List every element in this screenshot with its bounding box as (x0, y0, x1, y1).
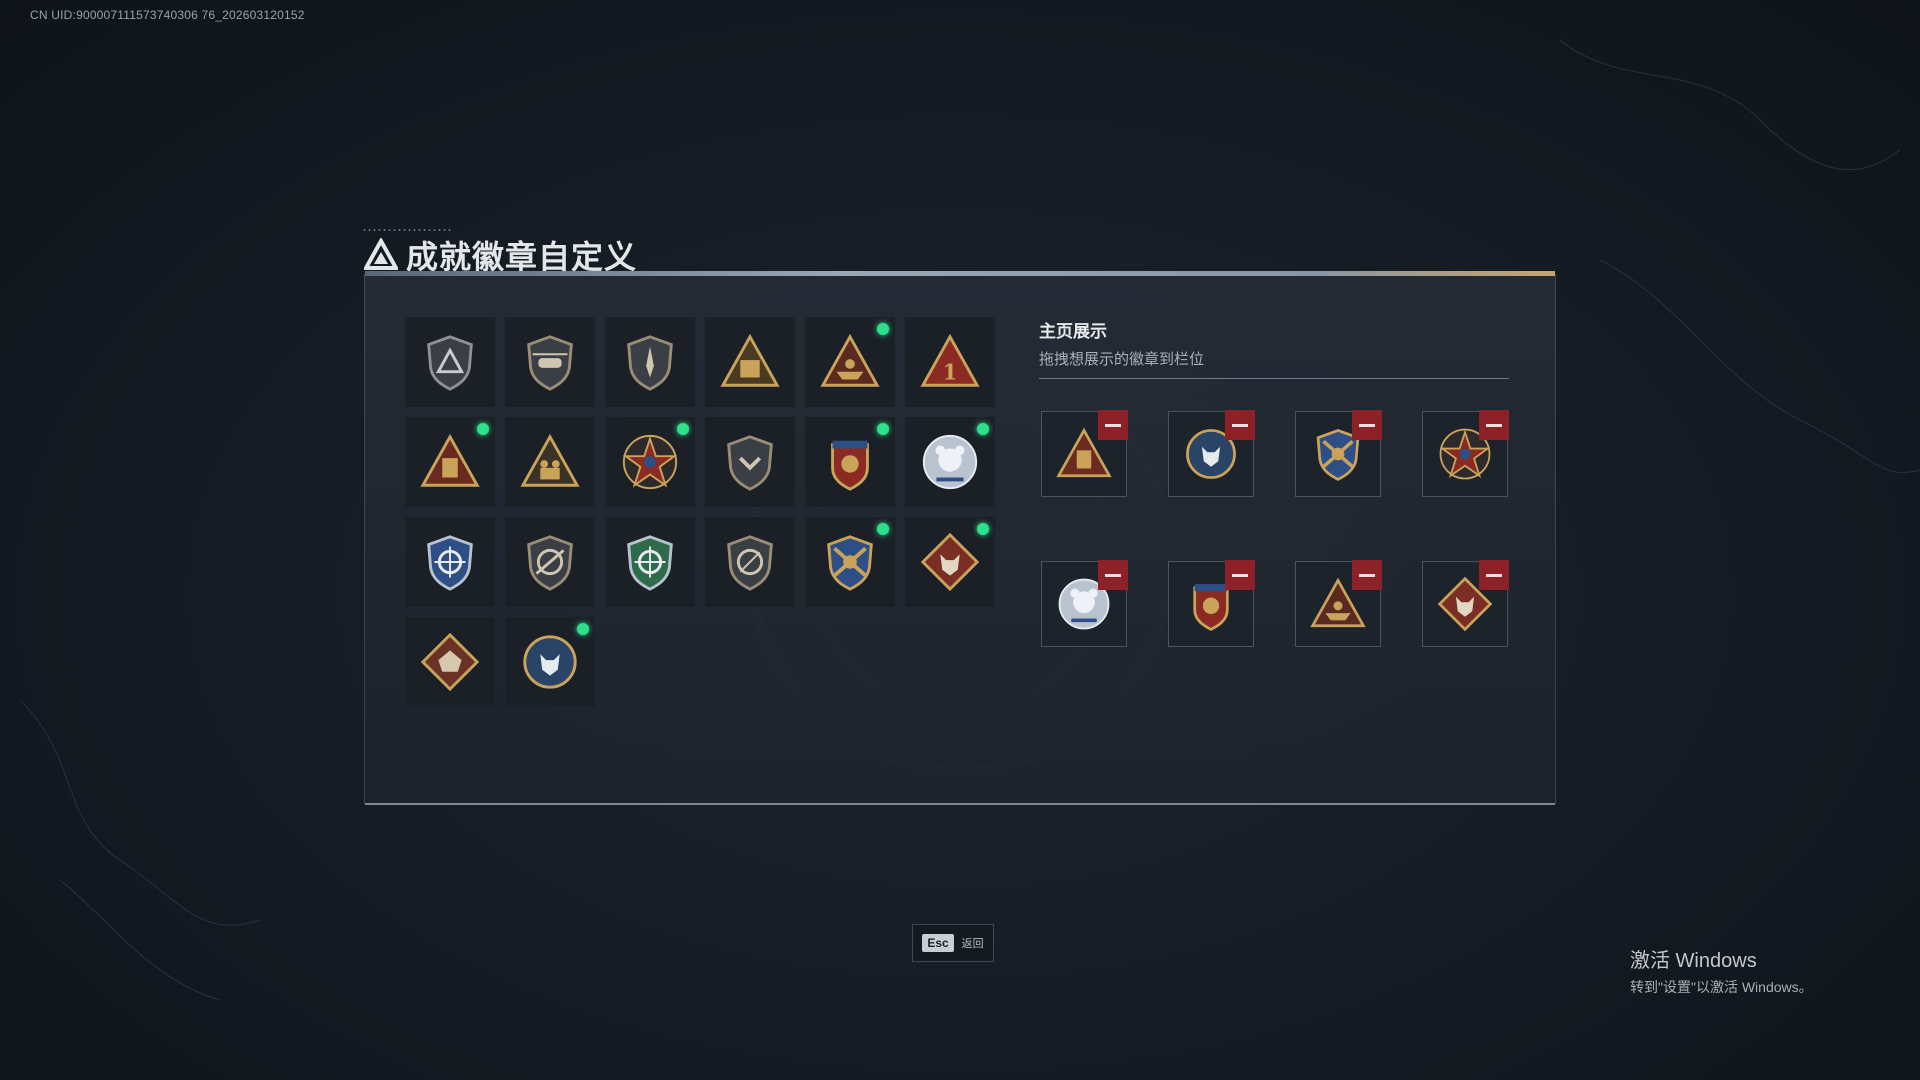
showcase-title: 主页展示 (1039, 322, 1107, 341)
badge-cell[interactable] (705, 317, 795, 407)
badge-cell[interactable] (605, 517, 695, 607)
badge-cell[interactable] (705, 517, 795, 607)
remove-badge-button[interactable] (1098, 410, 1128, 440)
showcase-slot[interactable] (1168, 560, 1255, 647)
new-indicator-dot (877, 423, 889, 435)
showcase-slot[interactable] (1041, 410, 1128, 497)
chevron-shield-icon (727, 435, 773, 491)
badge-cell[interactable] (905, 517, 995, 607)
new-indicator-dot (977, 523, 989, 535)
ammo-crate-icon (720, 333, 780, 387)
crossed-rifles-emblem-icon (827, 535, 873, 591)
number-one-triangle-icon: 1 (920, 333, 980, 387)
bear-emblem-icon (922, 434, 978, 490)
rifle-shield-icon (527, 535, 573, 591)
showcase-slot[interactable] (1422, 410, 1509, 497)
badge-cell[interactable] (405, 417, 495, 507)
new-indicator-dot (677, 423, 689, 435)
badge-cell[interactable] (505, 417, 595, 507)
showcase-slot[interactable] (1168, 410, 1255, 497)
wolf-round-icon (523, 635, 577, 689)
triangle-shield-icon (427, 335, 473, 391)
showcase-slot[interactable] (1041, 560, 1128, 647)
showcase-slot[interactable] (1295, 560, 1382, 647)
windows-activation-watermark: 激活 Windows 转到"设置"以激活 Windows。 (1630, 944, 1813, 997)
badge-cell[interactable] (605, 317, 695, 407)
badge-panel: 1 主页展示 拖拽想展示的徽章到栏位 (364, 271, 1556, 805)
sniper-shield-icon (727, 535, 773, 591)
showcase-subtitle: 拖拽想展示的徽章到栏位 (1039, 351, 1205, 368)
panel-bottom-border (365, 803, 1555, 805)
watermark-subtitle: 转到"设置"以激活 Windows。 (1630, 979, 1813, 995)
container-triangle-icon (420, 433, 480, 487)
showcase-slot[interactable] (1295, 410, 1382, 497)
badge-cell[interactable]: 1 (905, 317, 995, 407)
watermark-title: 激活 Windows (1630, 950, 1757, 972)
badge-cell[interactable] (805, 317, 895, 407)
badge-cell[interactable] (705, 417, 795, 507)
star-emblem-icon (622, 434, 678, 490)
badge-cell[interactable] (905, 417, 995, 507)
wolf-diamond-icon (920, 532, 980, 592)
back-button[interactable]: Esc 返回 (912, 924, 994, 962)
badge-cell[interactable] (405, 517, 495, 607)
new-indicator-dot (477, 423, 489, 435)
dagger-shield-icon (627, 335, 673, 391)
badge-cell[interactable] (505, 517, 595, 607)
remove-badge-button[interactable] (1352, 410, 1382, 440)
showcase-divider (1039, 378, 1509, 379)
badge-cell[interactable] (505, 317, 595, 407)
esc-key-icon: Esc (922, 934, 954, 952)
badge-cell[interactable] (805, 417, 895, 507)
badge-cell[interactable] (405, 317, 495, 407)
delta-logo-icon (364, 238, 398, 270)
badge-cell[interactable] (805, 517, 895, 607)
remove-badge-button[interactable] (1225, 410, 1255, 440)
showcase-slots (1041, 410, 1509, 647)
badge-cell[interactable] (405, 617, 495, 707)
showcase-slot[interactable] (1422, 560, 1509, 647)
dragon-diamond-icon (420, 632, 480, 692)
panel-top-border (365, 271, 1555, 276)
crosshair-blue-shield-icon (427, 535, 473, 591)
new-indicator-dot (877, 323, 889, 335)
uid-text: CN UID:900007111573740306 76_20260312015… (30, 8, 305, 22)
new-indicator-dot (877, 523, 889, 535)
remove-badge-button[interactable] (1352, 560, 1382, 590)
badge-cell[interactable] (505, 617, 595, 707)
crest-emblem-icon (831, 440, 869, 491)
soldiers-triangle-icon (520, 433, 580, 487)
remove-badge-button[interactable] (1098, 560, 1128, 590)
back-label: 返回 (961, 938, 984, 950)
crosshair-green-shield-icon (627, 535, 673, 591)
homepage-showcase: 主页展示 拖拽想展示的徽章到栏位 (1039, 317, 1509, 647)
badge-grid: 1 (405, 317, 995, 707)
helicopter-shield-icon (527, 335, 573, 391)
badge-cell[interactable] (605, 417, 695, 507)
boat-triangle-icon (820, 333, 880, 387)
new-indicator-dot (977, 423, 989, 435)
remove-badge-button[interactable] (1225, 560, 1255, 590)
svg-text:1: 1 (943, 360, 958, 385)
remove-badge-button[interactable] (1479, 410, 1509, 440)
new-indicator-dot (577, 623, 589, 635)
remove-badge-button[interactable] (1479, 560, 1509, 590)
